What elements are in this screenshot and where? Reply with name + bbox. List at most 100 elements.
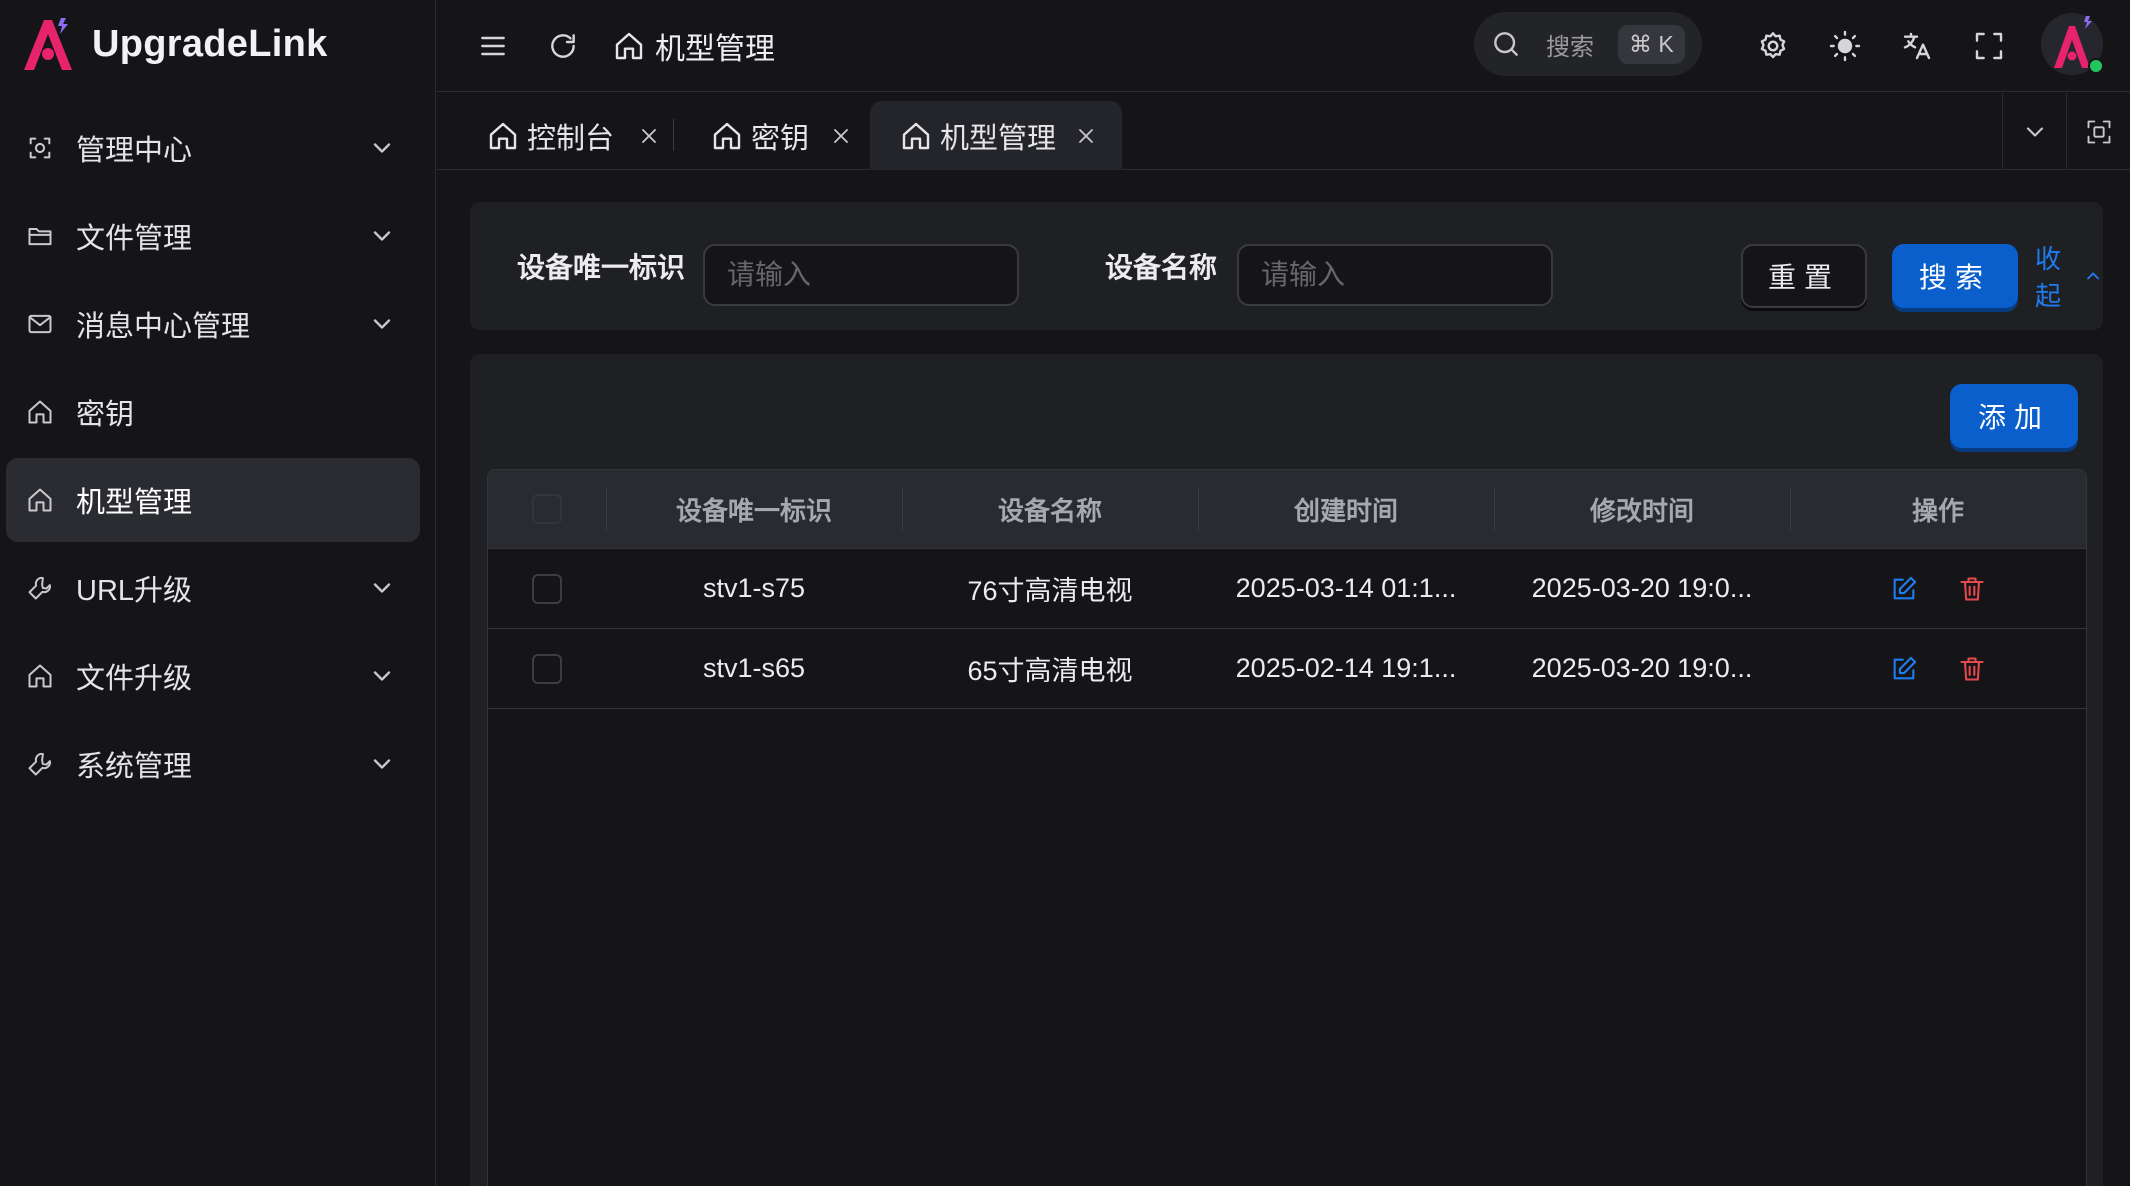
- select-all-checkbox[interactable]: [532, 494, 562, 524]
- logo-text: UpgradeLink: [92, 22, 328, 65]
- top-header: 机型管理 搜索 ⌘ K: [437, 0, 2130, 92]
- tab-bar: 控制台 密钥 机型管理: [437, 93, 2130, 170]
- device-name-input[interactable]: [1237, 244, 1553, 306]
- search-shortcut: ⌘ K: [1618, 24, 1685, 64]
- tab-dashboard[interactable]: 控制台: [487, 101, 667, 170]
- sidebar-item-label: 文件管理: [76, 223, 193, 255]
- table-row: stv1-s65 65寸高清电视 2025-02-14 19:1... 2025…: [488, 629, 2086, 709]
- sidebar-item[interactable]: URL升级: [6, 546, 420, 630]
- cell-device-name: 76寸高清电视: [967, 576, 1133, 606]
- close-icon[interactable]: [829, 124, 853, 148]
- tab-menu-button[interactable]: [2002, 93, 2066, 170]
- chevron-down-icon: [373, 143, 391, 153]
- row-checkbox[interactable]: [532, 653, 562, 684]
- sidebar-item[interactable]: 密钥: [6, 370, 420, 454]
- chevron-up-icon: [2086, 272, 2099, 280]
- column-header-device-id[interactable]: 设备唯一标识: [606, 470, 902, 548]
- wrench-icon: [24, 572, 56, 604]
- device-id-input[interactable]: [703, 244, 1019, 306]
- delete-button[interactable]: [1956, 653, 1988, 685]
- row-select-cell: [488, 629, 606, 708]
- table-row: stv1-s75 76寸高清电视 2025-03-14 01:1... 2025…: [488, 549, 2086, 629]
- user-avatar[interactable]: [2040, 10, 2104, 78]
- close-icon[interactable]: [637, 124, 661, 148]
- home-icon: [24, 396, 56, 428]
- sidebar-item[interactable]: 文件管理: [6, 194, 420, 278]
- row-select-cell: [488, 549, 606, 628]
- sidebar-item[interactable]: 文件升级: [6, 634, 420, 718]
- device-id-label: 设备唯一标识: [517, 252, 686, 283]
- cell-modified-time: 2025-03-20 19:0...: [1531, 573, 1753, 603]
- sidebar-item[interactable]: 管理中心: [6, 106, 420, 190]
- chevron-down-icon: [373, 319, 391, 329]
- online-status-dot: [2088, 58, 2104, 74]
- search-icon: [1494, 32, 1518, 56]
- refresh-button[interactable]: [541, 24, 585, 68]
- chevron-down-icon: [373, 583, 391, 593]
- search-label: 搜索: [1546, 33, 1594, 61]
- sidebar-item-label: 管理中心: [76, 135, 193, 167]
- home-icon: [615, 32, 643, 60]
- cell-device-id: stv1-s65: [702, 653, 806, 683]
- collapse-filter-button[interactable]: 收起: [2035, 244, 2103, 311]
- fullscreen-icon: [1975, 32, 2003, 60]
- folder-icon: [24, 220, 56, 252]
- row-checkbox[interactable]: [532, 573, 562, 604]
- column-header-device-name[interactable]: 设备名称: [902, 470, 1198, 548]
- table-header: 设备唯一标识 设备名称 创建时间 修改时间 操作: [488, 470, 2086, 549]
- tab-label: 控制台: [527, 122, 615, 155]
- device-model-table: 设备唯一标识 设备名称 创建时间 修改时间 操作 stv1-s75 76寸高清电…: [487, 469, 2087, 1186]
- sidebar-item[interactable]: 系统管理: [6, 722, 420, 806]
- global-search[interactable]: 搜索 ⌘ K: [1474, 12, 1702, 76]
- mail-icon: [24, 308, 56, 340]
- search-button[interactable]: 搜索: [1892, 244, 2018, 308]
- fullscreen-button[interactable]: [1967, 24, 2011, 68]
- logo[interactable]: UpgradeLink: [20, 14, 328, 74]
- theme-toggle-button[interactable]: [1823, 24, 1867, 68]
- logo-icon: [24, 18, 72, 70]
- hamburger-icon: [481, 36, 505, 56]
- main-content: 设备唯一标识 设备名称 重置 搜索 收起 添加 设备唯一标识: [437, 171, 2130, 1186]
- edit-button[interactable]: [1888, 573, 1920, 605]
- sidebar-item-label: 文件升级: [76, 663, 193, 695]
- cell-actions: [1790, 629, 2086, 708]
- tab-divider: [673, 119, 674, 151]
- translate-icon: [1903, 32, 1931, 60]
- sidebar: UpgradeLink 管理中心文件管理消息中心管理 密钥机型管理 URL升级文件升…: [0, 0, 436, 1186]
- tab-keys[interactable]: 密钥: [711, 101, 857, 170]
- maximize-icon: [2087, 120, 2110, 143]
- sidebar-item[interactable]: 机型管理: [6, 458, 420, 542]
- trash-icon: [1960, 576, 1984, 601]
- tab-device-models[interactable]: 机型管理: [870, 101, 1122, 170]
- cell-device-id: stv1-s75: [702, 573, 806, 603]
- sidebar-item[interactable]: 消息中心管理: [6, 282, 420, 366]
- device-name-label: 设备名称: [1105, 252, 1218, 283]
- menu-toggle-button[interactable]: [471, 24, 515, 68]
- home-icon: [24, 484, 56, 516]
- chevron-down-icon: [2026, 126, 2043, 137]
- chevron-down-icon: [373, 671, 391, 681]
- add-button[interactable]: 添加: [1950, 384, 2078, 448]
- reset-button[interactable]: 重置: [1741, 244, 1867, 308]
- cell-device-name: 65寸高清电视: [967, 656, 1133, 686]
- sidebar-item-label: URL升级: [76, 575, 193, 607]
- cell-actions: [1790, 549, 2086, 628]
- sidebar-item-label: 消息中心管理: [76, 311, 251, 343]
- trash-icon: [1960, 656, 1984, 681]
- language-button[interactable]: [1895, 24, 1939, 68]
- close-icon[interactable]: [1074, 124, 1098, 148]
- sidebar-item-label: 密钥: [76, 399, 135, 431]
- tab-label: 密钥: [751, 122, 810, 155]
- sidebar-menu: 管理中心文件管理消息中心管理 密钥机型管理 URL升级文件升级系统管理: [6, 106, 420, 810]
- delete-button[interactable]: [1956, 573, 1988, 605]
- settings-button[interactable]: [1751, 24, 1795, 68]
- edit-button[interactable]: [1888, 653, 1920, 685]
- tab-label: 机型管理: [940, 122, 1057, 155]
- table-panel: 添加 设备唯一标识 设备名称 创建时间 修改时间 操作 stv1-s75 76寸…: [470, 354, 2103, 1186]
- gear-icon: [1760, 32, 1786, 59]
- column-header-created[interactable]: 创建时间: [1198, 470, 1494, 548]
- home-icon: [489, 122, 517, 149]
- maximize-content-button[interactable]: [2066, 93, 2130, 170]
- column-header-modified[interactable]: 修改时间: [1494, 470, 1790, 548]
- breadcrumb: 机型管理: [613, 22, 775, 70]
